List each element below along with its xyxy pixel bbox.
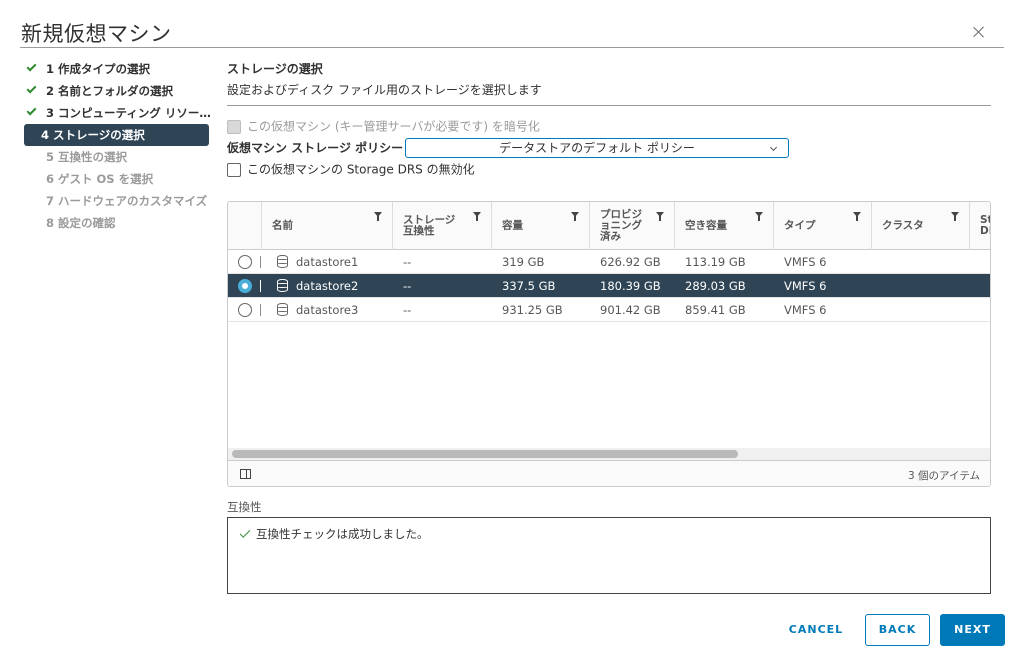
compatibility-box: 互換性チェックは成功しました。 <box>227 517 991 594</box>
step-8: 8 設定の確認 <box>26 212 211 234</box>
filter-icon[interactable] <box>853 212 861 221</box>
filter-icon[interactable] <box>571 212 579 221</box>
encrypt-option: この仮想マシン (キー管理サーバが必要です) を暗号化 <box>227 118 540 136</box>
cell-type: VMFS 6 <box>784 303 827 317</box>
column-header-provisioned[interactable]: プロビジ ョニング 済み <box>590 202 675 250</box>
step-6: 6 ゲスト OS を選択 <box>26 168 211 190</box>
column-toggle-icon[interactable] <box>240 469 251 479</box>
storage-policy-label: 仮想マシン ストレージ ポリシー <box>227 141 404 155</box>
cell-name: datastore1 <box>296 255 359 269</box>
storage-policy-select[interactable]: データストアのデフォルト ポリシー <box>405 138 789 158</box>
dialog-title: 新規仮想マシン <box>21 22 172 46</box>
horizontal-scrollbar[interactable] <box>228 448 990 460</box>
back-button[interactable]: BACK <box>865 614 930 646</box>
table-row[interactable]: datastore2 -- 337.5 GB 180.39 GB 289.03 … <box>228 274 990 298</box>
filter-icon[interactable] <box>951 212 959 221</box>
cell-compat: -- <box>403 279 412 293</box>
filter-icon[interactable] <box>374 212 382 221</box>
cell-free: 859.41 GB <box>685 303 746 317</box>
compatibility-message: 互換性チェックは成功しました。 <box>256 527 429 541</box>
filter-icon[interactable] <box>656 212 664 221</box>
wizard-steps: 1 作成タイプの選択 2 名前とフォルダの選択 3 コンピューティング リソー.… <box>24 58 211 234</box>
column-header-storage-drs[interactable]: St DR <box>970 202 990 250</box>
check-icon <box>26 105 37 116</box>
grid-footer: 3 個のアイテム <box>228 460 990 486</box>
column-header-free[interactable]: 空き容量 <box>675 202 774 250</box>
header-divider <box>20 47 1004 48</box>
section-description: 設定およびディスク ファイル用のストレージを選択します <box>227 83 542 97</box>
column-header-cluster[interactable]: クラスタ <box>872 202 970 250</box>
encrypt-checkbox <box>227 119 241 134</box>
cancel-button[interactable]: CANCEL <box>780 614 852 646</box>
step-7: 7 ハードウェアのカスタマイズ <box>26 190 211 212</box>
cell-compat: -- <box>403 303 412 317</box>
cell-capacity: 931.25 GB <box>502 303 563 317</box>
drs-option[interactable]: この仮想マシンの Storage DRS の無効化 <box>227 161 475 179</box>
column-header-name[interactable]: 名前 <box>262 202 393 250</box>
step-5: 5 互換性の選択 <box>26 146 211 168</box>
scrollbar-thumb[interactable] <box>232 450 738 458</box>
check-icon <box>26 83 37 94</box>
cell-provisioned: 180.39 GB <box>600 279 661 293</box>
check-icon <box>239 527 251 538</box>
step-label: 4 ストレージの選択 <box>41 128 145 142</box>
drs-label: この仮想マシンの Storage DRS の無効化 <box>247 162 475 177</box>
step-3[interactable]: 3 コンピューティング リソー... <box>26 102 211 124</box>
cell-type: VMFS 6 <box>784 255 827 269</box>
filter-icon[interactable] <box>473 212 481 221</box>
close-icon[interactable] <box>972 25 986 39</box>
next-button[interactable]: NEXT <box>940 614 1005 646</box>
storage-policy-value: データストアのデフォルト ポリシー <box>499 141 695 155</box>
step-1[interactable]: 1 作成タイプの選択 <box>26 58 211 80</box>
step-label: 6 ゲスト OS を選択 <box>46 172 154 186</box>
step-label: 5 互換性の選択 <box>46 150 128 164</box>
column-header-capacity[interactable]: 容量 <box>492 202 590 250</box>
grid-header: 名前 ストレージ 互換性 容量 プロビジ ョニング 済み 空き容量 タイプ クラ… <box>228 202 990 250</box>
new-vm-dialog: 新規仮想マシン 1 作成タイプの選択 2 名前とフォルダの選択 3 コンピューテ… <box>0 0 1024 666</box>
section-divider <box>227 105 991 106</box>
column-header-type[interactable]: タイプ <box>774 202 872 250</box>
check-icon <box>26 61 37 72</box>
drs-checkbox[interactable] <box>227 162 241 177</box>
cell-name: datastore2 <box>296 279 359 293</box>
step-label: 1 作成タイプの選択 <box>46 62 151 76</box>
cell-compat: -- <box>403 255 412 269</box>
storage-selection-panel: ストレージの選択 設定およびディスク ファイル用のストレージを選択します この仮… <box>227 60 991 594</box>
step-label: 8 設定の確認 <box>46 216 116 230</box>
cell-provisioned: 626.92 GB <box>600 255 661 269</box>
cell-cluster <box>872 298 970 322</box>
table-row[interactable]: datastore3 -- 931.25 GB 901.42 GB 859.41… <box>228 298 990 322</box>
select-column-header <box>228 202 262 250</box>
item-count: 3 個のアイテム <box>908 470 980 482</box>
column-header-compat[interactable]: ストレージ 互換性 <box>393 202 492 250</box>
cell-type: VMFS 6 <box>784 279 827 293</box>
filter-icon[interactable] <box>755 212 763 221</box>
compatibility-title: 互換性 <box>227 500 262 514</box>
cell-cluster <box>872 250 970 274</box>
cell-name: datastore3 <box>296 303 359 317</box>
cell-cluster <box>872 274 970 298</box>
cell-free: 113.19 GB <box>685 255 746 269</box>
datastore-grid: 名前 ストレージ 互換性 容量 プロビジ ョニング 済み 空き容量 タイプ クラ… <box>227 201 991 487</box>
chevron-down-icon <box>769 143 778 152</box>
step-label: 3 コンピューティング リソー... <box>46 106 211 120</box>
section-title: ストレージの選択 <box>227 62 323 76</box>
cell-provisioned: 901.42 GB <box>600 303 661 317</box>
step-label: 2 名前とフォルダの選択 <box>46 84 174 98</box>
cell-capacity: 319 GB <box>502 255 545 269</box>
grid-body: datastore1 -- 319 GB 626.92 GB 113.19 GB… <box>228 250 990 322</box>
step-4[interactable]: 4 ストレージの選択 <box>24 124 209 146</box>
encrypt-label: この仮想マシン (キー管理サーバが必要です) を暗号化 <box>247 119 540 134</box>
cell-free: 289.03 GB <box>685 279 746 293</box>
cell-capacity: 337.5 GB <box>502 279 556 293</box>
table-row[interactable]: datastore1 -- 319 GB 626.92 GB 113.19 GB… <box>228 250 990 274</box>
step-2[interactable]: 2 名前とフォルダの選択 <box>26 80 211 102</box>
step-label: 7 ハードウェアのカスタマイズ <box>46 194 208 208</box>
